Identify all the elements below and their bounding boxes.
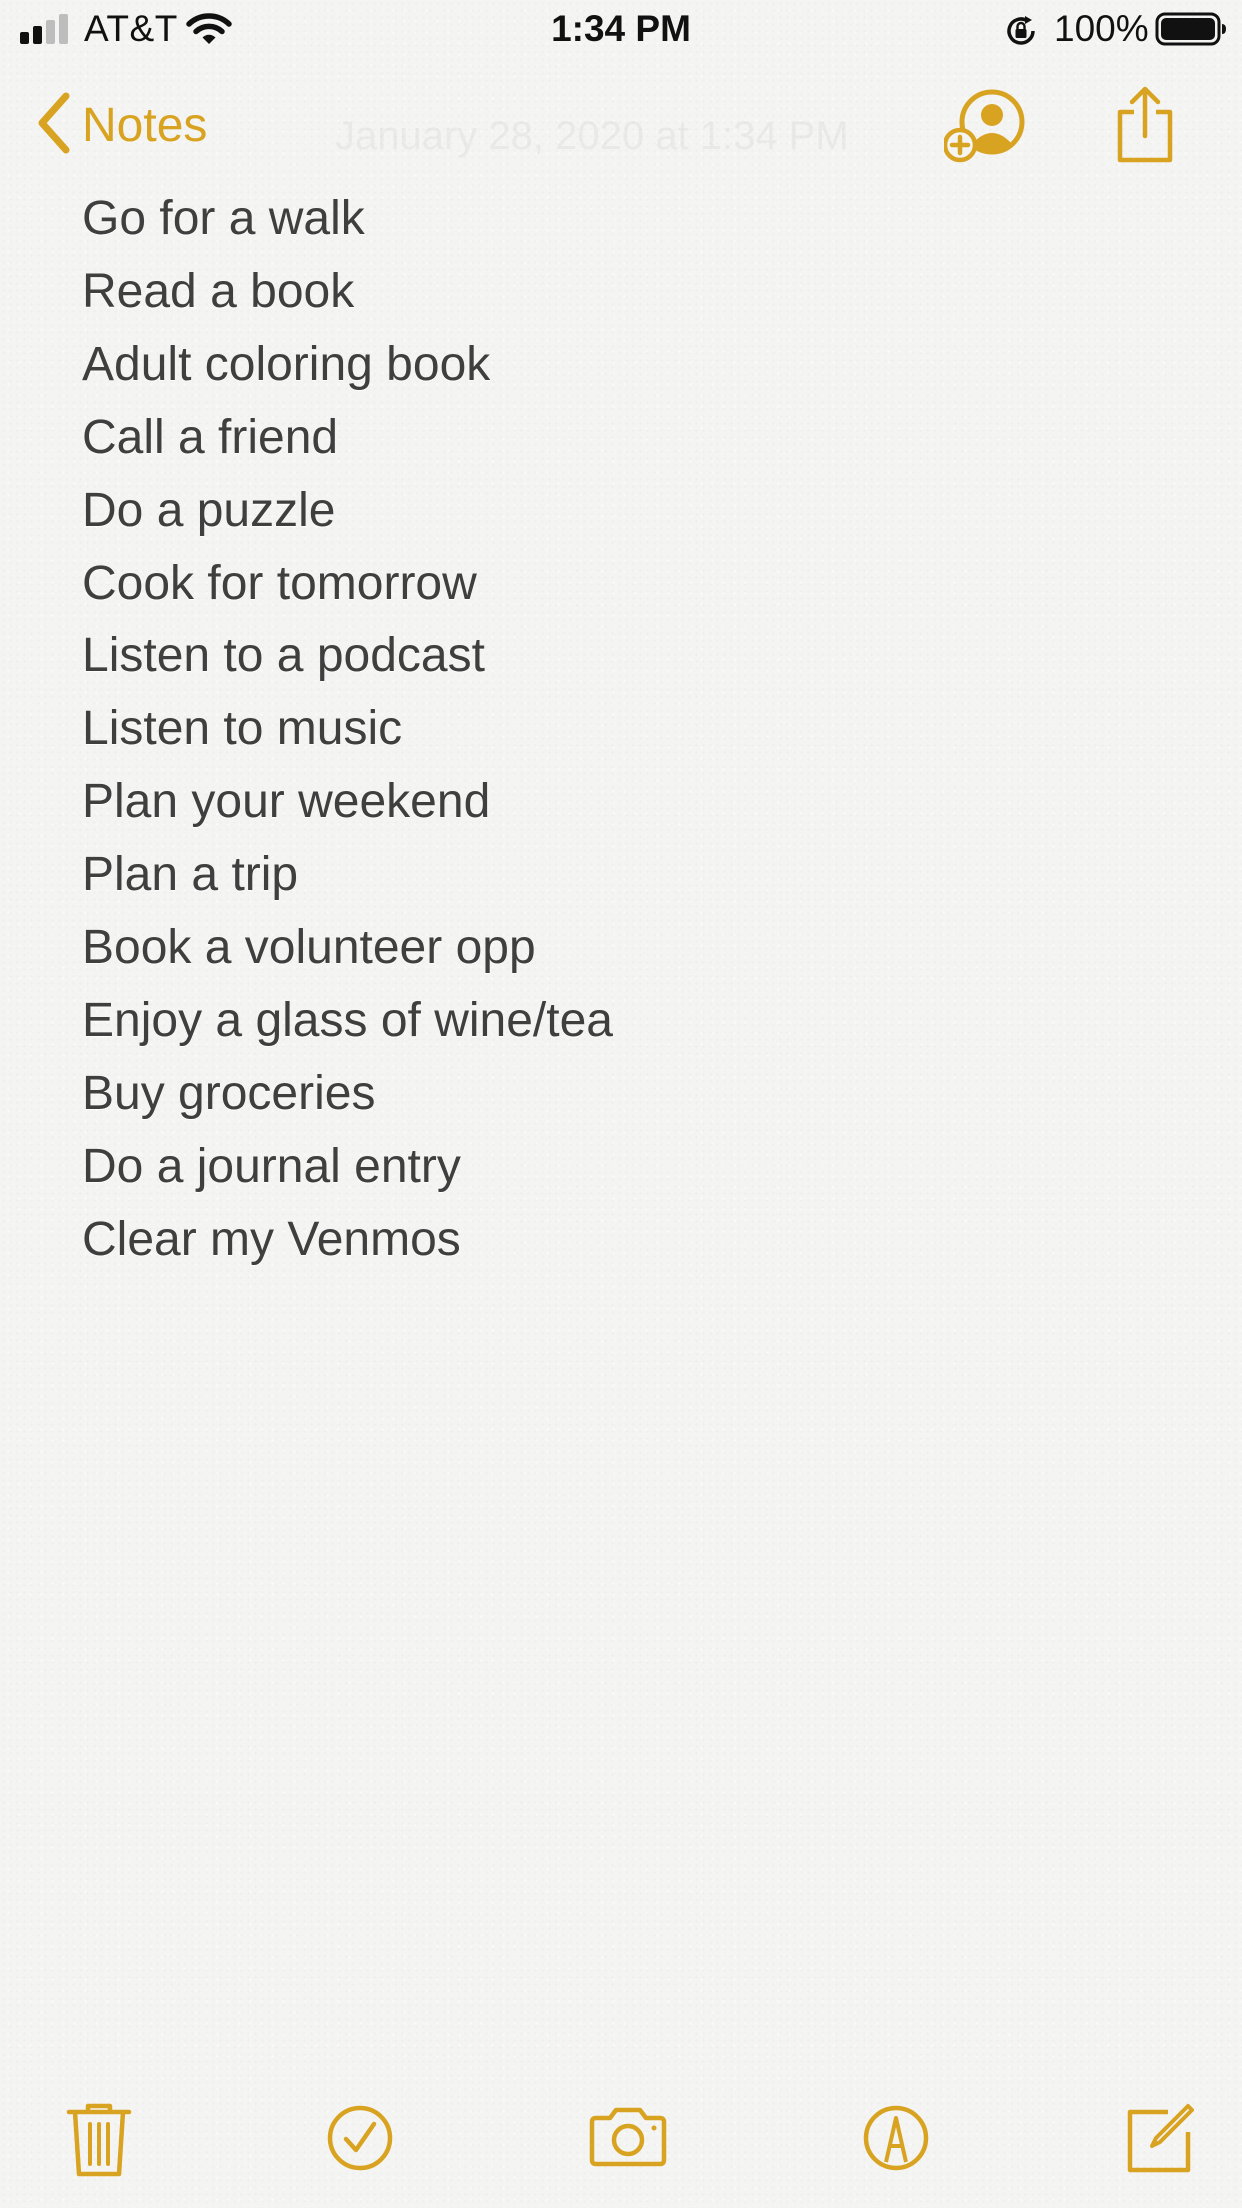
share-button[interactable]	[1114, 86, 1176, 169]
back-button[interactable]: Notes	[36, 90, 207, 160]
bottom-toolbar	[0, 2090, 1242, 2190]
note-line[interactable]: Read a book	[82, 256, 1182, 329]
note-line[interactable]: Cook for tomorrow	[82, 548, 1182, 621]
note-line[interactable]: Buy groceries	[82, 1058, 1182, 1131]
note-line[interactable]: Do a journal entry	[82, 1131, 1182, 1204]
add-people-button[interactable]	[942, 88, 1028, 169]
note-line[interactable]: Call a friend	[82, 402, 1182, 475]
note-line[interactable]: Enjoy a glass of wine/tea	[82, 985, 1182, 1058]
share-icon	[1114, 86, 1176, 168]
note-line[interactable]: Clear my Venmos	[82, 1204, 1182, 1277]
note-line[interactable]: Go for a walk	[82, 183, 1182, 256]
nav-bar: Notes January 28, 2020 at 1:34 PM	[0, 70, 1242, 180]
note-date: January 28, 2020 at 1:34 PM	[335, 114, 849, 158]
checklist-button[interactable]	[326, 2104, 394, 2177]
camera-button[interactable]	[588, 2106, 668, 2173]
battery-icon	[1155, 12, 1227, 51]
status-bar: AT&T 1:34 PM 100%	[0, 0, 1242, 62]
note-line[interactable]: Do a puzzle	[82, 475, 1182, 548]
note-line[interactable]: Listen to a podcast	[82, 620, 1182, 693]
note-line[interactable]: Plan your weekend	[82, 766, 1182, 839]
note-line[interactable]: Adult coloring book	[82, 329, 1182, 402]
compose-icon	[1124, 2104, 1194, 2178]
markup-button[interactable]	[862, 2104, 930, 2177]
battery-percent: 100%	[1054, 8, 1149, 49]
add-person-icon	[942, 89, 1028, 168]
trash-icon	[66, 2103, 132, 2182]
note-line[interactable]: Plan a trip	[82, 839, 1182, 912]
orientation-lock-icon	[1003, 13, 1039, 54]
note-line[interactable]: Book a volunteer opp	[82, 912, 1182, 985]
chevron-left-icon	[36, 92, 70, 159]
checkmark-circle-icon	[326, 2105, 394, 2176]
note-body[interactable]: Go for a walk Read a book Adult coloring b…	[82, 183, 1182, 1277]
note-line[interactable]: Listen to music	[82, 693, 1182, 766]
new-note-button[interactable]	[1124, 2102, 1194, 2179]
back-button-label: Notes	[82, 98, 208, 152]
delete-button[interactable]	[66, 2102, 132, 2183]
camera-icon	[588, 2107, 668, 2172]
markup-pen-icon	[862, 2105, 930, 2176]
